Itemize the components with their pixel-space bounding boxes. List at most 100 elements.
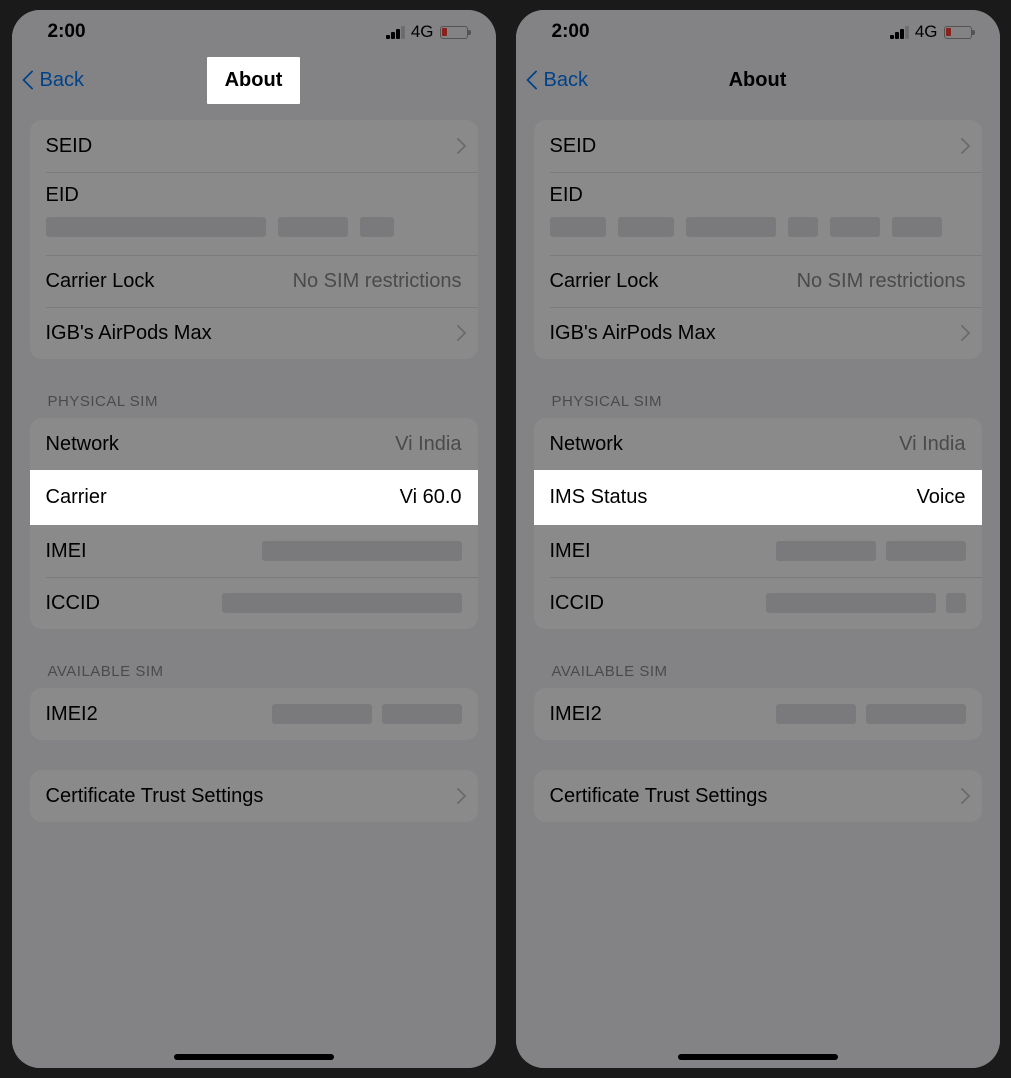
chevron-left-icon (22, 69, 36, 91)
eid-redacted (550, 217, 966, 237)
row-value: No SIM restrictions (293, 270, 462, 293)
row-imei2[interactable]: IMEI2 (30, 688, 478, 740)
signal-icon (386, 26, 405, 39)
section-header-physical-sim: PHYSICAL SIM (534, 389, 982, 418)
nav-title-wrap: About (12, 57, 496, 104)
status-time: 2:00 (48, 21, 86, 43)
signal-icon (890, 26, 909, 39)
group-cert: Certificate Trust Settings (30, 770, 478, 822)
group-physical-sim: Network Vi India Carrier Vi 60.0 IMEI IC… (30, 418, 478, 629)
row-label: IGB's AirPods Max (46, 322, 212, 345)
row-label: IMS Status (550, 486, 648, 509)
status-right: 4G (890, 22, 971, 42)
group-available-sim: IMEI2 (534, 688, 982, 740)
row-carrier-lock[interactable]: Carrier Lock No SIM restrictions (30, 255, 478, 307)
row-imei2[interactable]: IMEI2 (534, 688, 982, 740)
status-bar: 2:00 4G (516, 10, 1000, 54)
row-value: Voice (917, 486, 966, 509)
phone-left: 2:00 4G Back About SEID (12, 10, 496, 1068)
back-label: Back (544, 69, 588, 92)
row-label: Certificate Trust Settings (46, 785, 264, 808)
row-airpods[interactable]: IGB's AirPods Max (534, 307, 982, 359)
row-eid[interactable]: EID (30, 172, 478, 255)
row-seid[interactable]: SEID (534, 120, 982, 172)
chevron-left-icon (526, 69, 540, 91)
status-time: 2:00 (552, 21, 590, 43)
row-label: ICCID (46, 592, 100, 615)
back-label: Back (40, 69, 84, 92)
nav-title-wrap: About (516, 69, 1000, 92)
chevron-right-icon (956, 787, 966, 805)
home-indicator (174, 1054, 334, 1060)
redacted-value (776, 541, 966, 561)
row-carrier-lock[interactable]: Carrier Lock No SIM restrictions (534, 255, 982, 307)
status-bar: 2:00 4G (12, 10, 496, 54)
row-value: Vi India (395, 433, 461, 456)
row-imei[interactable]: IMEI (534, 525, 982, 577)
nav-bar: Back About (516, 54, 1000, 106)
row-ims-status-highlight[interactable]: IMS Status Voice (534, 470, 982, 525)
row-seid[interactable]: SEID (30, 120, 478, 172)
chevron-right-icon (956, 324, 966, 342)
chevron-right-icon (956, 137, 966, 155)
row-airpods[interactable]: IGB's AirPods Max (30, 307, 478, 359)
eid-redacted (46, 217, 462, 237)
chevron-right-icon (452, 787, 462, 805)
back-button[interactable]: Back (12, 69, 84, 92)
section-header-available-sim: AVAILABLE SIM (30, 659, 478, 688)
row-value: Vi 60.0 (400, 486, 462, 509)
row-label: EID (550, 184, 583, 207)
group-general: SEID EID Carrier Lock N (534, 120, 982, 359)
group-physical-sim: Network Vi India IMS Status Voice IMEI (534, 418, 982, 629)
row-iccid[interactable]: ICCID (30, 577, 478, 629)
group-general: SEID EID Carrier Lock No SIM restriction… (30, 120, 478, 359)
row-label: SEID (550, 135, 597, 158)
row-value: No SIM restrictions (797, 270, 966, 293)
home-indicator (678, 1054, 838, 1060)
row-eid[interactable]: EID (534, 172, 982, 255)
back-button[interactable]: Back (516, 69, 588, 92)
row-network[interactable]: Network Vi India (534, 418, 982, 470)
status-right: 4G (386, 22, 467, 42)
row-label: IGB's AirPods Max (550, 322, 716, 345)
row-label: IMEI (46, 540, 87, 563)
row-label: Certificate Trust Settings (550, 785, 768, 808)
row-carrier-highlight[interactable]: Carrier Vi 60.0 (30, 470, 478, 525)
group-available-sim: IMEI2 (30, 688, 478, 740)
nav-bar: Back About (12, 54, 496, 106)
chevron-right-icon (452, 324, 462, 342)
phone-right: 2:00 4G Back About SEID (516, 10, 1000, 1068)
row-cert-trust[interactable]: Certificate Trust Settings (30, 770, 478, 822)
network-type: 4G (915, 22, 938, 42)
row-label: IMEI2 (46, 703, 98, 726)
row-label: ICCID (550, 592, 604, 615)
row-label: Carrier Lock (550, 270, 659, 293)
page-title: About (207, 57, 301, 104)
redacted-value (262, 541, 462, 561)
redacted-value (222, 593, 462, 613)
section-header-physical-sim: PHYSICAL SIM (30, 389, 478, 418)
row-imei[interactable]: IMEI (30, 525, 478, 577)
redacted-value (272, 704, 462, 724)
redacted-value (766, 593, 966, 613)
row-label: EID (46, 184, 79, 207)
network-type: 4G (411, 22, 434, 42)
row-label: Carrier Lock (46, 270, 155, 293)
battery-icon (440, 26, 468, 39)
row-label: SEID (46, 135, 93, 158)
row-label: Carrier (46, 486, 107, 509)
section-header-available-sim: AVAILABLE SIM (534, 659, 982, 688)
row-iccid[interactable]: ICCID (534, 577, 982, 629)
row-label: IMEI2 (550, 703, 602, 726)
row-value: Vi India (899, 433, 965, 456)
row-cert-trust[interactable]: Certificate Trust Settings (534, 770, 982, 822)
redacted-value (776, 704, 966, 724)
row-label: IMEI (550, 540, 591, 563)
row-label: Network (550, 433, 623, 456)
chevron-right-icon (452, 137, 462, 155)
page-title: About (729, 69, 787, 91)
row-network[interactable]: Network Vi India (30, 418, 478, 470)
row-label: Network (46, 433, 119, 456)
battery-icon (944, 26, 972, 39)
group-cert: Certificate Trust Settings (534, 770, 982, 822)
